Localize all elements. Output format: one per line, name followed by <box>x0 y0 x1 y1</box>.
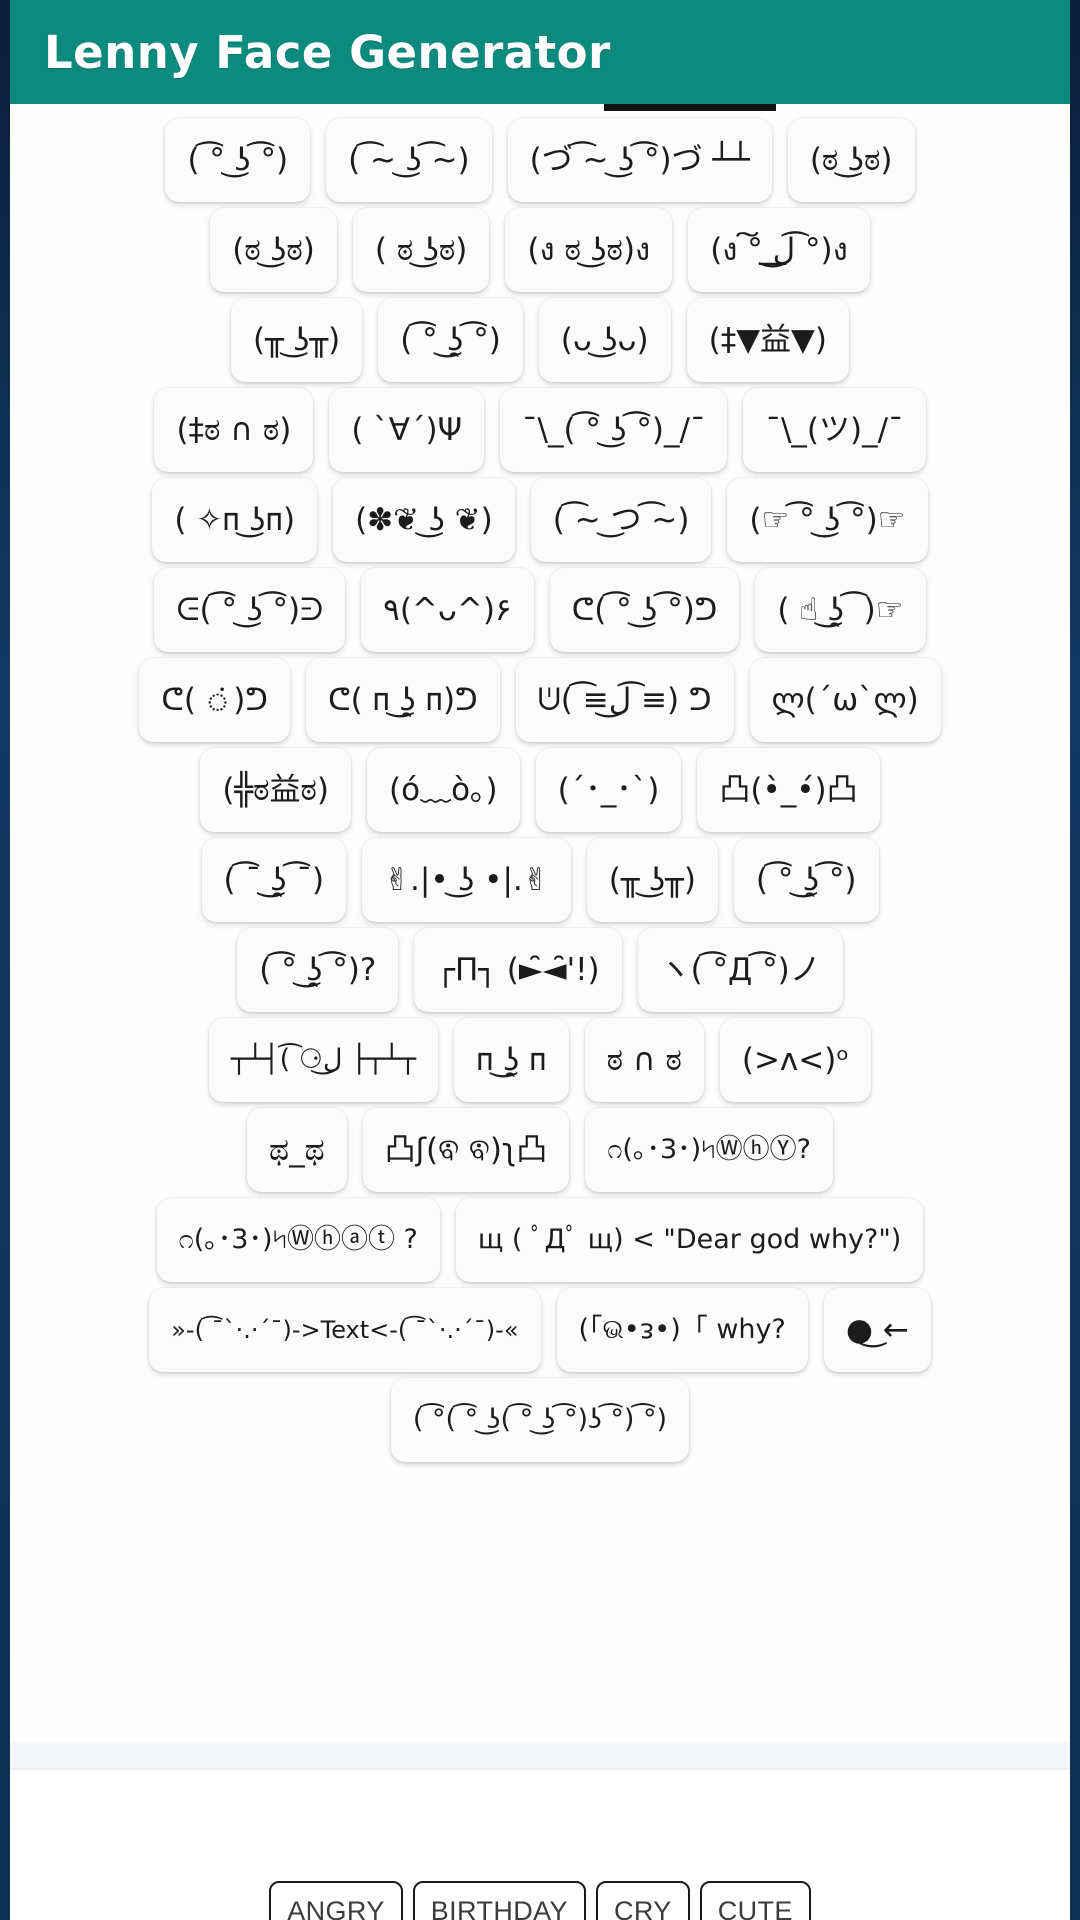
face-row: ಥ_ಥ 凸ʃ(ଵ ଵ)ʅ凸 ೧(｡･3･)৸ⓌⓗⓎ? <box>10 1108 1070 1192</box>
category-button-cry[interactable]: CRY <box>595 1881 690 1920</box>
lenny-face-chip[interactable]: ( ͡° ͜ʖ̯ ͡°)? <box>237 928 399 1012</box>
lenny-face-chip[interactable]: ┌П┐ (►̑◄̑'!) <box>414 928 622 1012</box>
face-row: ( ͡° ͜ʖ ͡°)( ͡~ ͜ʖ ͡~) (づ ͡~ ͜ʖ ͡°)づ ┴┴ (ಠ… <box>10 118 1070 202</box>
face-row: (‡ಠ ∩ ಠ)( ˋ∀´)Ψ ¯\_( ͡° ͜ʖ ͡°)_/¯ ¯\_(ツ)_/… <box>10 388 1070 472</box>
lenny-face-chip[interactable]: щ ( ﾟДﾟ щ) < "Dear god why?") <box>455 1198 924 1282</box>
bottom-divider <box>10 1742 1070 1768</box>
lenny-face-chip[interactable]: (╥ ͜ʖ╥) <box>231 298 363 382</box>
lenny-face-chip[interactable]: (「ଭ•ᴈ•)「 why? <box>556 1288 808 1372</box>
face-row: ( ͡° ͜ʖ̯ ͡°)? ┌П┐ (►̑◄̑'!) ヽ( ͡°Д ͡°)ノ <box>10 928 1070 1012</box>
lenny-face-chip[interactable]: ٩(^ᴗ^)۶ <box>361 568 534 652</box>
category-button-angry[interactable]: ANGRY <box>269 1881 403 1920</box>
device-edge-right <box>1070 0 1080 1920</box>
category-button-row: ANGRY BIRTHDAY CRY CUTE <box>269 1881 811 1920</box>
lenny-face-chip[interactable]: ( ͡° ͜ʖ̯ ͡°) <box>378 298 523 382</box>
face-rows-container: ( ͡° ͜ʖ ͡°)( ͡~ ͜ʖ ͡~) (づ ͡~ ͜ʖ ͡°)づ ┴┴ (ಠ… <box>10 118 1070 1468</box>
lenny-face-chip[interactable]: ヽ( ͡°Д ͡°)ノ <box>637 928 843 1012</box>
lenny-face-chip[interactable]: (ᴗ ͜ʖᴗ) <box>538 298 671 382</box>
lenny-face-chip[interactable]: ( ✧ᴨ ͜ʖᴨ) <box>152 478 318 562</box>
face-row: ᕮ( ͡° ͜ʖ ͡°)ᕭ ٩(^ᴗ^)۶ ᕦ( ͡° ͜ʖ ͡°)ᕤ( ☝ ͜ʖ̯… <box>10 568 1070 652</box>
app-root: Lenny Face Generator ( ͡° ͜ʖ ͡°)( ͡~ ͜ʖ … <box>0 0 1080 1920</box>
scroll-position-indicator <box>604 104 776 111</box>
lenny-face-chip[interactable]: (´･_･`) <box>535 748 682 832</box>
face-row: (ಠ ͜ʖಠ)( ಠ ͜ʖಠ) (ง ಠ ͜ʖಠ)ง (ง ͠° ͟ل͜ ͡°)ง <box>10 208 1070 292</box>
lenny-face-chip[interactable]: ೧(｡･3･)৸Ⓦⓗⓐⓣ ? <box>156 1198 440 1282</box>
lenny-face-chip[interactable]: ¯\_(ツ)_/¯ <box>743 388 926 472</box>
lenny-face-chip[interactable]: ( ͡~ ͜ʖ ͡~) <box>326 118 492 202</box>
lenny-face-chip[interactable]: (>ᴧ<)ᵒ <box>719 1018 872 1102</box>
lenny-face-chip[interactable]: ¯\_( ͡° ͜ʖ ͡°)_/¯ <box>500 388 728 472</box>
face-row: ( ͡°( ͡° ͜ʖ( ͡° ͜ʖ ͡°)ʖ ͡°) ͡°) <box>10 1378 1070 1462</box>
lenny-face-chip[interactable]: ಥ_ಥ <box>247 1108 347 1192</box>
lenny-face-chip[interactable]: ( ͡° ͜ʖ ͡°) <box>165 118 311 202</box>
lenny-face-chip[interactable]: ●͜ ← <box>823 1288 931 1372</box>
category-button-birthday[interactable]: BIRTHDAY <box>412 1881 586 1920</box>
lenny-face-chip[interactable]: ᕫ( ͡≡ل͜ ͡≡) ᕤ <box>515 658 734 742</box>
lenny-face-chip[interactable]: (ง ಠ ͜ʖಠ)ง <box>505 208 673 292</box>
lenny-face-chip[interactable]: ᕦ( ᴨ ͜ʖ̯ ᴨ)ᕤ <box>305 658 500 742</box>
lenny-face-chip[interactable]: ᴨ ͜ʖ̯ ᴨ <box>454 1018 569 1102</box>
face-row: ( ✧ᴨ ͜ʖᴨ) (✽❦ ͜ʖ ❦)( ͡~ ͜つ ͡~) (☞ ͡° ͜ʖ ͡°… <box>10 478 1070 562</box>
lenny-face-chip[interactable]: ( ͡¯ ͜ʖ̯ ͡¯) <box>201 838 347 922</box>
lenny-face-chip[interactable]: (づ ͡~ ͜ʖ ͡°)づ ┴┴ <box>507 118 772 202</box>
page-title: Lenny Face Generator <box>44 25 611 79</box>
lenny-face-chip[interactable]: ᕦ( ்)ᕤ <box>139 658 290 742</box>
face-row: ᕦ( ்)ᕤ ᕦ( ᴨ ͜ʖ̯ ᴨ)ᕤ ᕫ( ͡≡ل͜ ͡≡) ᕤ ლ(´ω`ლ) <box>10 658 1070 742</box>
lenny-face-chip[interactable]: ( ͡° ͜ʖ̯ ͡°) <box>733 838 879 922</box>
face-row: (╥ ͜ʖ╥)( ͡° ͜ʖ̯ ͡°) (ᴗ ͜ʖᴗ) (‡▼益▼) <box>10 298 1070 382</box>
lenny-face-chip[interactable]: (╥ ͜ʖ╥) <box>586 838 718 922</box>
face-row: »-( ͡¯`·.·´¯)->Text<-( ͡¯`·.·´¯)-« (「ଭ•ᴈ•… <box>10 1288 1070 1372</box>
lenny-face-chip[interactable]: ✌.|• ͜ʖ •|.✌ <box>362 838 571 922</box>
app-bar: Lenny Face Generator <box>0 0 1080 104</box>
lenny-face-chip[interactable]: (‡ಠ ∩ ಠ) <box>154 388 314 472</box>
lenny-face-chip[interactable]: ( ˋ∀´)Ψ <box>329 388 484 472</box>
face-row: (╬ಠ益ಠ) (ó﹏ò｡) (´･_･`) 凸(•̀_•́)凸 <box>10 748 1070 832</box>
face-row: ೧(｡･3･)৸Ⓦⓗⓐⓣ ? щ ( ﾟДﾟ щ) < "Dear god why… <box>10 1198 1070 1282</box>
lenny-face-chip[interactable]: ᕦ( ͡° ͜ʖ ͡°)ᕤ <box>549 568 740 652</box>
lenny-face-chip[interactable]: (✽❦ ͜ʖ ❦) <box>333 478 515 562</box>
category-bar: ANGRY BIRTHDAY CRY CUTE <box>10 1768 1070 1920</box>
face-row: ┬┴┤( ͡⚆ل͜ ├┬┴┬ ᴨ ͜ʖ̯ ᴨಠ ∩ ಠ (>ᴧ<)ᵒ <box>10 1018 1070 1102</box>
lenny-face-chip[interactable]: (ಠ ͜ʖಠ) <box>787 118 915 202</box>
lenny-face-chip[interactable]: 凸ʃ(ଵ ଵ)ʅ凸 <box>362 1108 570 1192</box>
lenny-face-chip[interactable]: (ಠ ͜ʖಠ) <box>210 208 337 292</box>
lenny-face-chip[interactable]: ೧(｡･3･)৸ⓌⓗⓎ? <box>585 1108 833 1192</box>
face-row: ( ͡¯ ͜ʖ̯ ͡¯) ✌.|• ͜ʖ •|.✌ (╥ ͜ʖ╥)( ͡° ͜ʖ̯ … <box>10 838 1070 922</box>
lenny-face-chip[interactable]: (☞ ͡° ͜ʖ ͡°)☞ <box>727 478 928 562</box>
lenny-face-chip[interactable]: ( ಠ ͜ʖಠ) <box>352 208 490 292</box>
lenny-face-chip[interactable]: 凸(•̀_•́)凸 <box>697 748 880 832</box>
category-button-cute[interactable]: CUTE <box>699 1881 811 1920</box>
lenny-face-chip[interactable]: (‡▼益▼) <box>686 298 849 382</box>
lenny-face-chip[interactable]: ಠ ∩ ಠ <box>584 1018 704 1102</box>
lenny-face-chip[interactable]: ( ☝ ͜ʖ̯ ͡ )☞ <box>755 568 926 652</box>
lenny-face-chip[interactable]: ( ͡°( ͡° ͜ʖ( ͡° ͜ʖ ͡°)ʖ ͡°) ͡°) <box>390 1378 690 1462</box>
lenny-face-chip[interactable]: ლ(´ω`ლ) <box>749 658 941 742</box>
lenny-face-chip[interactable]: ᕮ( ͡° ͜ʖ ͡°)ᕭ <box>154 568 346 652</box>
lenny-face-chip[interactable]: ┬┴┤( ͡⚆ل͜ ├┬┴┬ <box>208 1018 439 1102</box>
lenny-face-chip[interactable]: (╬ಠ益ಠ) <box>200 748 352 832</box>
face-list-scroll-area[interactable]: ( ͡° ͜ʖ ͡°)( ͡~ ͜ʖ ͡~) (づ ͡~ ͜ʖ ͡°)づ ┴┴ (ಠ… <box>10 104 1070 1768</box>
lenny-face-chip[interactable]: (ง ͠° ͟ل͜ ͡°)ง <box>688 208 870 292</box>
device-edge-left <box>0 0 10 1920</box>
lenny-face-chip[interactable]: »-( ͡¯`·.·´¯)->Text<-( ͡¯`·.·´¯)-« <box>149 1288 541 1372</box>
lenny-face-chip[interactable]: (ó﹏ò｡) <box>367 748 520 832</box>
lenny-face-chip[interactable]: ( ͡~ ͜つ ͡~) <box>530 478 712 562</box>
